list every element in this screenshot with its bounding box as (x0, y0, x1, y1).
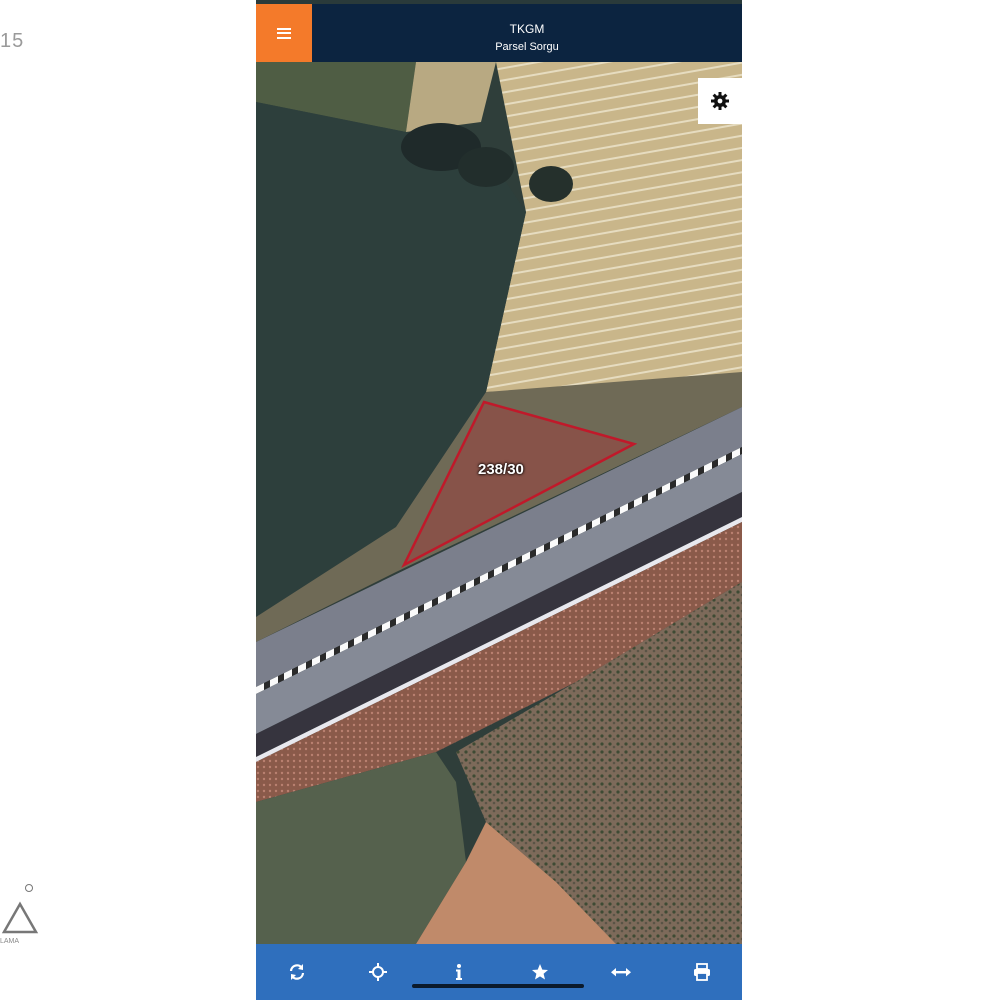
phone-screen: TKGM Parsel Sorgu 238/30 (256, 0, 742, 1000)
app-header: TKGM Parsel Sorgu (256, 4, 742, 62)
settings-button[interactable] (698, 78, 742, 124)
screenshot-page: 15 LAMA TKGM Parsel Sorgu 238/30 (0, 0, 1000, 1000)
app-subtitle: Parsel Sorgu (495, 41, 559, 53)
satellite-map[interactable] (256, 62, 742, 944)
hamburger-menu-icon (277, 27, 291, 39)
home-indicator (412, 984, 584, 988)
info-icon (455, 964, 462, 980)
bottom-toolbar (256, 944, 742, 1000)
parcel-number-label: 238/30 (478, 461, 524, 478)
refresh-button[interactable] (277, 952, 317, 992)
page-number: 15 (0, 30, 25, 52)
app-title: TKGM (509, 22, 545, 36)
measure-button[interactable] (601, 952, 641, 992)
logo-caption: LAMA (0, 938, 20, 945)
star-icon (531, 964, 548, 980)
locate-button[interactable] (358, 952, 398, 992)
measure-icon (610, 968, 631, 977)
brand-logo-icon (1, 884, 39, 934)
menu-button[interactable] (256, 4, 312, 62)
print-button[interactable] (682, 952, 722, 992)
refresh-icon (289, 964, 304, 980)
print-icon (693, 963, 710, 981)
crosshair-icon (368, 963, 387, 981)
gear-icon (711, 92, 729, 110)
